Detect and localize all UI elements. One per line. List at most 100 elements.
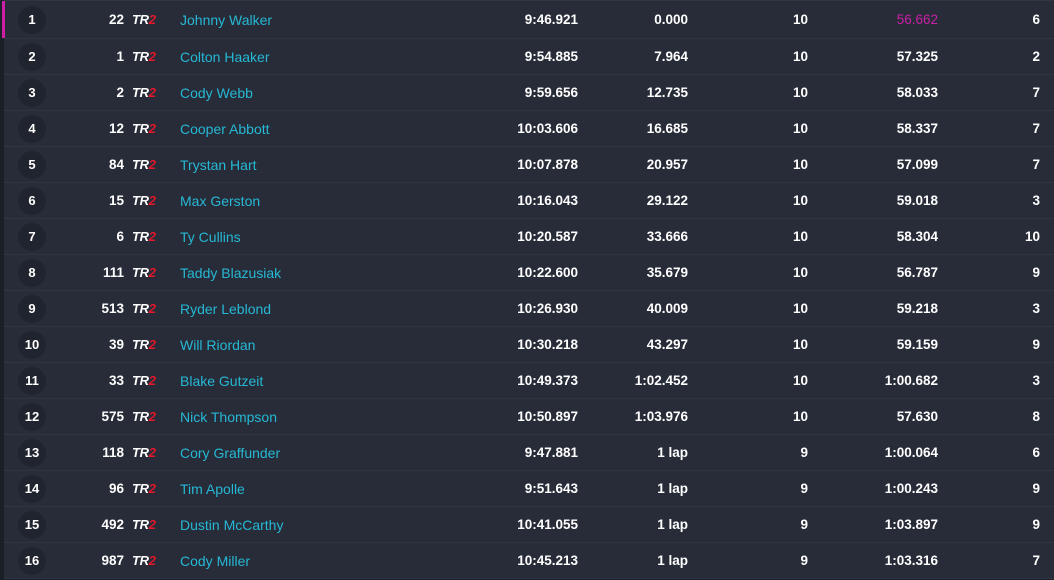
driver-name-link[interactable]: Cody Webb	[168, 85, 468, 101]
table-row[interactable]: 13 118 TR2 Cory Graffunder 9:47.881 1 lap 9 1:0…	[4, 435, 1054, 471]
race-results-table: 1 22 TR2 Johnny Walker 9:46.921 0.000 10 56.662…	[0, 0, 1054, 580]
driver-name-link[interactable]: Dustin McCarthy	[168, 517, 468, 533]
laps-completed: 10	[792, 229, 808, 244]
leader-accent-bar	[2, 1, 5, 38]
position-badge: 12	[18, 402, 46, 431]
gap-to-leader: 12.735	[646, 85, 688, 100]
best-lap-number: 2	[1032, 49, 1040, 64]
best-lap-number: 9	[1032, 337, 1040, 352]
driver-name-link[interactable]: Johnny Walker	[168, 12, 468, 28]
laps-completed: 10	[792, 409, 808, 424]
rider-number: 6	[116, 229, 124, 244]
best-lap-number: 6	[1032, 12, 1040, 27]
table-row[interactable]: 11 33 TR2 Blake Gutzeit 10:49.373 1:02.452 10 1…	[4, 363, 1054, 399]
total-time: 9:46.921	[524, 12, 578, 27]
position-badge: 5	[18, 150, 46, 179]
driver-name-link[interactable]: Ty Cullins	[168, 229, 468, 245]
table-row[interactable]: 6 15 TR2 Max Gerston 10:16.043 29.122 10 59.018…	[4, 183, 1054, 219]
total-time: 9:59.656	[524, 85, 578, 100]
class-badge-prefix: TR	[132, 157, 149, 172]
driver-name-link[interactable]: Colton Haaker	[168, 49, 468, 65]
table-row[interactable]: 9 513 TR2 Ryder Leblond 10:26.930 40.009 10 59.…	[4, 291, 1054, 327]
total-time: 10:49.373	[517, 373, 578, 388]
gap-to-leader: 29.122	[646, 193, 688, 208]
gap-to-leader: 1:02.452	[634, 373, 688, 388]
class-badge-tr2: TR2	[132, 409, 168, 424]
rider-number: 513	[101, 301, 124, 316]
best-lap-time: 59.159	[896, 337, 938, 352]
driver-name-link[interactable]: Cooper Abbott	[168, 121, 468, 137]
rider-number: 1	[116, 49, 124, 64]
class-badge-suffix: 2	[148, 49, 156, 64]
class-badge-tr2: TR2	[132, 157, 168, 172]
position-badge: 2	[18, 42, 46, 71]
laps-completed: 10	[792, 157, 808, 172]
class-badge-prefix: TR	[132, 373, 149, 388]
driver-name-link[interactable]: Cory Graffunder	[168, 445, 468, 461]
table-row[interactable]: 14 96 TR2 Tim Apolle 9:51.643 1 lap 9 1:00.243 9	[4, 471, 1054, 507]
table-row[interactable]: 10 39 TR2 Will Riordan 10:30.218 43.297 10 59.1…	[4, 327, 1054, 363]
class-badge-tr2: TR2	[132, 265, 168, 280]
table-row[interactable]: 16 987 TR2 Cody Miller 10:45.213 1 lap 9 1:03.3…	[4, 543, 1054, 579]
class-badge-prefix: TR	[132, 481, 149, 496]
total-time: 9:54.885	[524, 49, 578, 64]
driver-name-link[interactable]: Blake Gutzeit	[168, 373, 468, 389]
best-lap-time: 1:00.682	[884, 373, 938, 388]
total-time: 9:51.643	[524, 481, 578, 496]
class-badge-prefix: TR	[132, 49, 149, 64]
best-lap-number: 9	[1032, 517, 1040, 532]
class-badge-tr2: TR2	[132, 12, 168, 27]
class-badge-prefix: TR	[132, 121, 149, 136]
rider-number: 2	[116, 85, 124, 100]
class-badge-suffix: 2	[148, 85, 156, 100]
gap-to-leader: 40.009	[646, 301, 688, 316]
rider-number: 987	[101, 553, 124, 568]
table-row[interactable]: 2 1 TR2 Colton Haaker 9:54.885 7.964 10 57.325 2	[4, 39, 1054, 75]
driver-name-link[interactable]: Max Gerston	[168, 193, 468, 209]
position-badge: 14	[18, 474, 46, 503]
best-lap-time: 56.662	[896, 12, 938, 27]
table-row[interactable]: 12 575 TR2 Nick Thompson 10:50.897 1:03.976 10…	[4, 399, 1054, 435]
driver-name-link[interactable]: Ryder Leblond	[168, 301, 468, 317]
table-row[interactable]: 5 84 TR2 Trystan Hart 10:07.878 20.957 10 57.09…	[4, 147, 1054, 183]
driver-name-link[interactable]: Cody Miller	[168, 553, 468, 569]
table-row[interactable]: 1 22 TR2 Johnny Walker 9:46.921 0.000 10 56.662…	[2, 0, 1054, 39]
class-badge-tr2: TR2	[132, 553, 168, 568]
best-lap-number: 9	[1032, 265, 1040, 280]
table-row[interactable]: 8 111 TR2 Taddy Blazusiak 10:22.600 35.679 10 5…	[4, 255, 1054, 291]
position-cell: 6	[4, 186, 60, 215]
driver-name-link[interactable]: Trystan Hart	[168, 157, 468, 173]
driver-name-link[interactable]: Nick Thompson	[168, 409, 468, 425]
laps-completed: 10	[792, 301, 808, 316]
table-row[interactable]: 4 12 TR2 Cooper Abbott 10:03.606 16.685 10 58.3…	[4, 111, 1054, 147]
laps-completed: 10	[792, 85, 808, 100]
laps-completed: 10	[792, 373, 808, 388]
table-row[interactable]: 7 6 TR2 Ty Cullins 10:20.587 33.666 10 58.304 10	[4, 219, 1054, 255]
gap-to-leader: 7.964	[654, 49, 688, 64]
position-cell: 2	[4, 42, 60, 71]
class-badge-suffix: 2	[148, 265, 156, 280]
position-badge: 7	[18, 222, 46, 251]
driver-name-link[interactable]: Will Riordan	[168, 337, 468, 353]
class-badge-tr2: TR2	[132, 49, 168, 64]
gap-to-leader: 1 lap	[657, 481, 688, 496]
class-badge-prefix: TR	[132, 12, 149, 27]
laps-completed: 9	[800, 517, 808, 532]
class-badge-prefix: TR	[132, 553, 149, 568]
laps-completed: 10	[792, 337, 808, 352]
class-badge-suffix: 2	[148, 12, 156, 27]
class-badge-prefix: TR	[132, 301, 149, 316]
best-lap-number: 7	[1032, 121, 1040, 136]
class-badge-prefix: TR	[132, 265, 149, 280]
driver-name-link[interactable]: Taddy Blazusiak	[168, 265, 468, 281]
class-badge-tr2: TR2	[132, 301, 168, 316]
class-badge-tr2: TR2	[132, 337, 168, 352]
rider-number: 12	[108, 121, 124, 136]
rider-number: 575	[101, 409, 124, 424]
driver-name-link[interactable]: Tim Apolle	[168, 481, 468, 497]
position-cell: 10	[4, 330, 60, 359]
table-row[interactable]: 3 2 TR2 Cody Webb 9:59.656 12.735 10 58.033 7	[4, 75, 1054, 111]
laps-completed: 10	[792, 121, 808, 136]
class-badge-prefix: TR	[132, 409, 149, 424]
table-row[interactable]: 15 492 TR2 Dustin McCarthy 10:41.055 1 lap 9 1:…	[4, 507, 1054, 543]
